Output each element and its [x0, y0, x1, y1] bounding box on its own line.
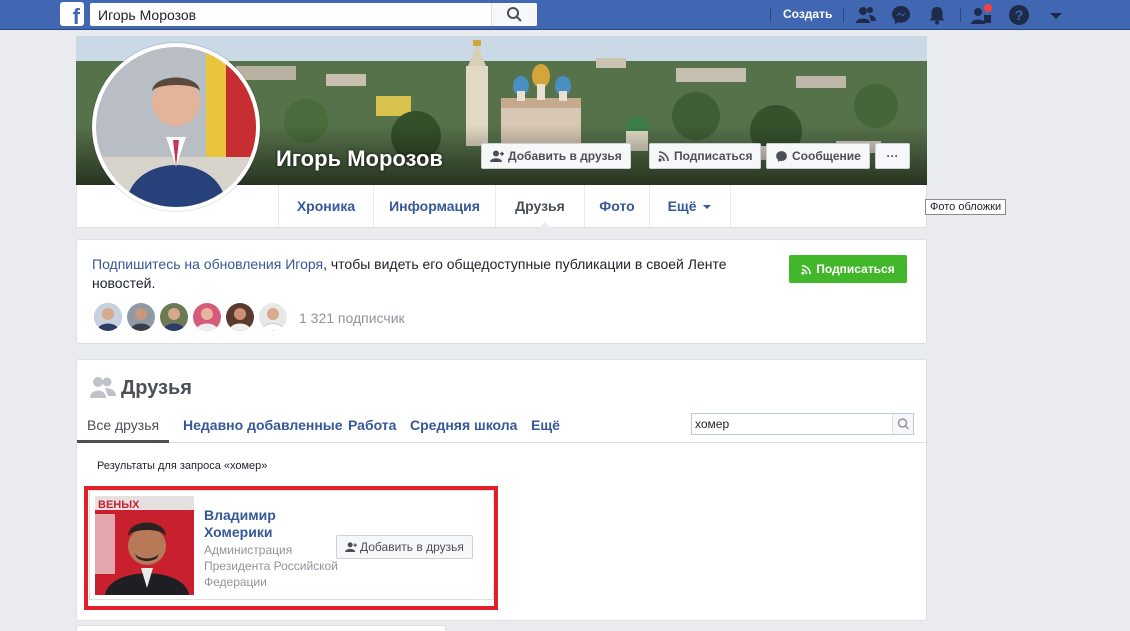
friend-workplace: Администрация Президента Российской Феде…: [204, 543, 338, 589]
friends-card: Друзья Все друзья Недавно добавленные Ра…: [76, 359, 927, 621]
friends-tab-high-school[interactable]: Средняя школа: [410, 417, 517, 433]
avatar[interactable]: [125, 301, 157, 333]
friend-photo[interactable]: ВЕНЬІХ: [95, 496, 194, 595]
follow-prompt-link[interactable]: Подпишитесь на обновления Игоря: [92, 256, 323, 272]
message-button[interactable]: Сообщение: [766, 143, 870, 169]
create-link[interactable]: Создать: [783, 7, 832, 21]
photo-backdrop-text: ВЕНЬІХ: [98, 499, 140, 511]
friends-tabs-divider: [77, 442, 926, 443]
tab-photos[interactable]: Фото: [584, 185, 649, 227]
search-icon: [507, 7, 522, 22]
more-options-button[interactable]: ···: [875, 143, 910, 169]
friend-add-button[interactable]: Добавить в друзья: [336, 535, 473, 559]
next-section-edge: [76, 625, 446, 631]
follow-card: Подпишитесь на обновления Игоря, чтобы в…: [76, 239, 927, 344]
search-results-label: Результаты для запроса «хомер»: [97, 460, 268, 472]
friends-tab-more[interactable]: Ещё: [531, 417, 560, 433]
avatar[interactable]: [191, 301, 223, 333]
friends-tab-all[interactable]: Все друзья: [87, 417, 159, 433]
cover-photo-tooltip: Фото обложки: [925, 199, 1007, 215]
caret-down-icon: [703, 205, 712, 210]
friend-name-link[interactable]: Владимир Хомерики: [204, 507, 314, 541]
friend-photo-image: ВЕНЬІХ: [95, 496, 194, 595]
messenger-icon[interactable]: [890, 4, 912, 26]
friends-section-icon: [90, 377, 116, 398]
friends-search-button[interactable]: [892, 414, 913, 434]
tab-more-label: Ещё: [667, 198, 697, 214]
followers-count[interactable]: 1 321 подписчик: [299, 310, 405, 326]
friends-tab-work[interactable]: Работа: [348, 417, 396, 433]
active-friends-tab-underline: [77, 440, 169, 443]
topbar-separator: [843, 8, 844, 22]
add-friend-label: Добавить в друзья: [508, 149, 622, 163]
avatar[interactable]: [224, 301, 256, 333]
avatar[interactable]: [158, 301, 190, 333]
friends-section-title[interactable]: Друзья: [121, 377, 192, 400]
global-search-button[interactable]: [491, 3, 537, 26]
active-tab-pointer: [538, 222, 552, 229]
facebook-logo[interactable]: f: [60, 2, 84, 26]
add-friend-button[interactable]: Добавить в друзья: [481, 143, 631, 169]
friends-tab-recent[interactable]: Недавно добавленные: [183, 417, 343, 433]
friend-add-label: Добавить в друзья: [360, 540, 464, 554]
tab-timeline[interactable]: Хроника: [278, 185, 373, 227]
friend-result-card: ВЕНЬІХ Владимир Хомерики Администрация П…: [89, 490, 494, 600]
follow-prompt: Подпишитесь на обновления Игоря, чтобы в…: [92, 255, 742, 293]
friend-requests-icon[interactable]: [970, 4, 992, 26]
profile-picture[interactable]: [92, 43, 260, 211]
rss-icon: [658, 151, 669, 162]
friends-icon[interactable]: [855, 4, 877, 26]
rss-icon: [801, 264, 812, 275]
follow-label: Подписаться: [674, 149, 753, 163]
topbar-separator: [960, 8, 961, 22]
more-options-label: ···: [886, 149, 899, 163]
chevron-down-icon[interactable]: [1045, 4, 1067, 26]
profile-name[interactable]: Игорь Морозов: [276, 146, 443, 172]
topbar-separator: [770, 8, 771, 22]
follow-green-label: Подписаться: [816, 262, 895, 276]
global-search-box: [90, 3, 537, 26]
svg-text:?: ?: [1015, 7, 1024, 23]
profile-photo-image: [96, 47, 256, 207]
add-friend-icon: [490, 150, 504, 162]
friends-search-box: [691, 413, 914, 435]
tab-more[interactable]: Ещё: [649, 185, 731, 227]
avatar[interactable]: [257, 301, 289, 333]
follow-button[interactable]: Подписаться: [649, 143, 762, 169]
notifications-icon[interactable]: [926, 4, 948, 26]
add-friend-icon: [345, 542, 357, 552]
global-search-input[interactable]: [90, 3, 490, 26]
follow-green-button[interactable]: Подписаться: [789, 255, 907, 283]
help-icon[interactable]: ?: [1008, 4, 1030, 26]
top-navigation-bar: f Создать ?: [0, 0, 1130, 30]
friends-search-input[interactable]: [692, 414, 892, 434]
avatar[interactable]: [92, 301, 124, 333]
message-label: Сообщение: [792, 149, 861, 163]
tab-about[interactable]: Информация: [373, 185, 495, 227]
messenger-small-icon: [776, 150, 787, 162]
search-icon: [897, 418, 910, 430]
tab-friends[interactable]: Друзья: [495, 185, 584, 227]
